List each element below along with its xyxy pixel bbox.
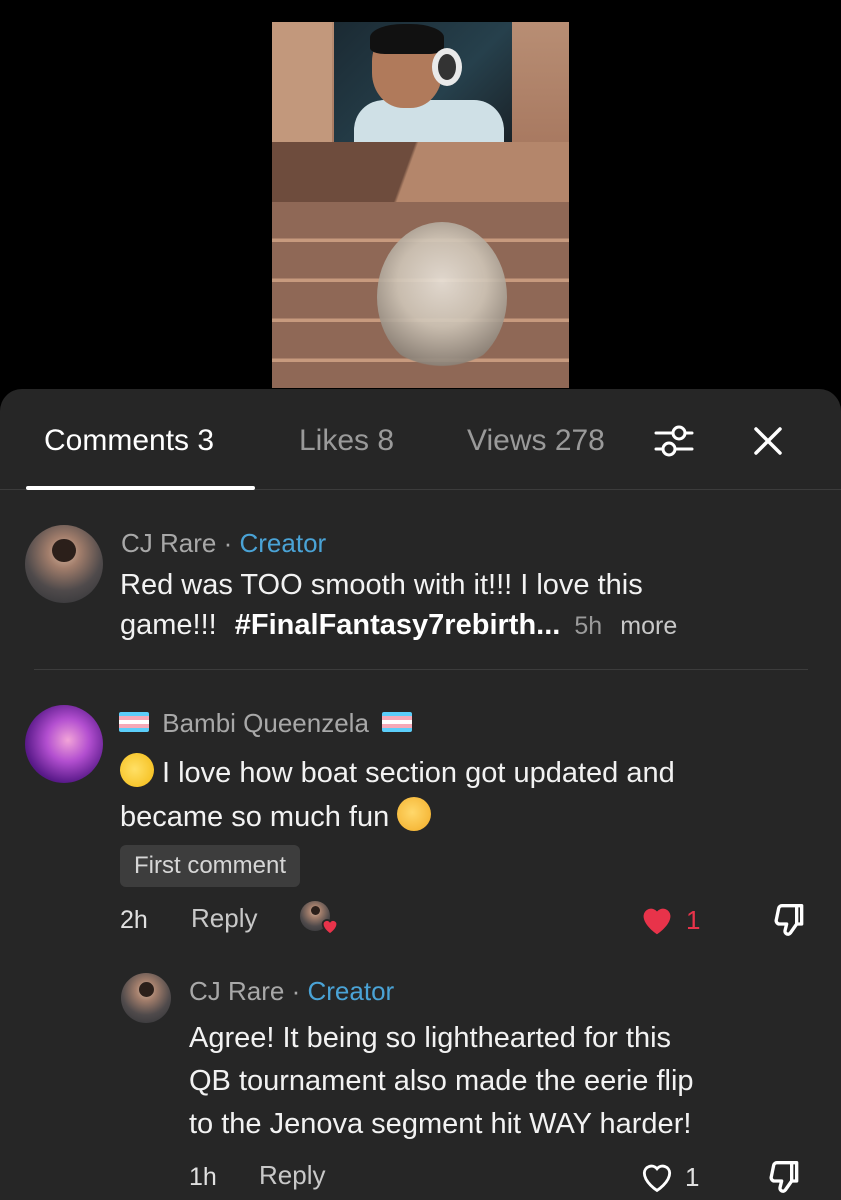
- author-name[interactable]: Bambi Queenzela: [162, 708, 369, 738]
- comment-text: I love how boat section got updated and …: [114, 747, 820, 839]
- comment-time: 2h: [120, 906, 148, 934]
- comment-text-prefix: game!!!: [120, 609, 217, 641]
- reply-line: Agree! It being so lighthearted for this: [189, 1022, 672, 1054]
- heart-badge-icon: [321, 919, 339, 936]
- author-name[interactable]: CJ Rare: [189, 976, 284, 1006]
- heart-outline-icon[interactable]: [637, 1158, 677, 1196]
- creator-label: Creator: [239, 528, 327, 558]
- like-count: 1: [685, 1162, 700, 1192]
- video-shadow: [272, 142, 569, 202]
- comments-panel: Comments 3 Likes 8 Views 278 CJ Rare · C…: [0, 389, 841, 1200]
- comment-author: Bambi Queenzela: [119, 708, 418, 738]
- heart-filled-icon[interactable]: [637, 901, 677, 939]
- reply-actions: 1h Reply 1: [189, 1160, 819, 1196]
- filter-icon[interactable]: [652, 419, 696, 463]
- separator: ·: [223, 528, 233, 558]
- reply-text: Agree! It being so lighthearted for this…: [189, 1017, 829, 1146]
- webcam-overlay: [334, 22, 512, 142]
- divider: [34, 669, 808, 670]
- comment-time: 5h: [574, 612, 603, 640]
- tab-likes[interactable]: Likes 8: [299, 423, 394, 459]
- reply-time: 1h: [189, 1163, 217, 1191]
- webcam-person-hair: [370, 24, 444, 54]
- active-tab-indicator: [26, 486, 255, 490]
- webcam-person-shirt: [354, 100, 504, 142]
- author-name[interactable]: CJ Rare: [121, 528, 216, 558]
- smiling-hearts-emoji-icon: [397, 797, 432, 832]
- comment-line-text: became so much fun: [120, 801, 390, 833]
- reply-line: QB tournament also made the eerie flip: [189, 1065, 694, 1097]
- panel-tabs: Comments 3 Likes 8 Views 278: [0, 389, 841, 490]
- laughing-emoji-icon: [114, 747, 160, 793]
- comment-author: CJ Rare · Creator: [121, 528, 326, 558]
- tab-views[interactable]: Views 278: [467, 423, 605, 459]
- video-frame[interactable]: [272, 22, 569, 388]
- avatar[interactable]: [121, 973, 171, 1023]
- game-character: [377, 222, 507, 372]
- comment-text: Red was TOO smooth with it!!! I love thi…: [120, 565, 820, 646]
- ellipsis: ...: [536, 609, 561, 641]
- comment-line: I love how boat section got updated and: [114, 747, 820, 795]
- comment-line: game!!! #FinalFantasy7rebirth... 5h more: [120, 605, 820, 646]
- more-link[interactable]: more: [620, 612, 677, 640]
- creator-label: Creator: [307, 976, 395, 1006]
- comment-line: Red was TOO smooth with it!!! I love thi…: [120, 569, 643, 601]
- flag-icon: [382, 712, 413, 733]
- separator: ·: [291, 976, 301, 1006]
- first-comment-badge: First comment: [120, 845, 301, 887]
- comment-actions: 2h Reply 1: [120, 901, 820, 939]
- reply-button[interactable]: Reply: [191, 903, 257, 933]
- close-icon[interactable]: [748, 421, 788, 461]
- flag-icon: [119, 712, 149, 733]
- video-wall: [272, 22, 332, 142]
- reply-button[interactable]: Reply: [259, 1160, 325, 1190]
- video-area[interactable]: [0, 0, 841, 400]
- comment-line-text: I love how boat section got updated and: [162, 757, 675, 789]
- tab-comments[interactable]: Comments 3: [44, 423, 214, 459]
- like-count: 1: [686, 905, 701, 935]
- avatar[interactable]: [25, 705, 103, 783]
- avatar[interactable]: [25, 525, 103, 603]
- hashtag[interactable]: #FinalFantasy7rebirth: [235, 609, 536, 641]
- comment-line: became so much fun: [120, 795, 820, 839]
- headphones: [432, 48, 462, 86]
- reply-author: CJ Rare · Creator: [189, 976, 394, 1006]
- dislike-icon[interactable]: [765, 1156, 805, 1196]
- reply-line: to the Jenova segment hit WAY harder!: [189, 1108, 692, 1140]
- dislike-icon[interactable]: [770, 899, 810, 939]
